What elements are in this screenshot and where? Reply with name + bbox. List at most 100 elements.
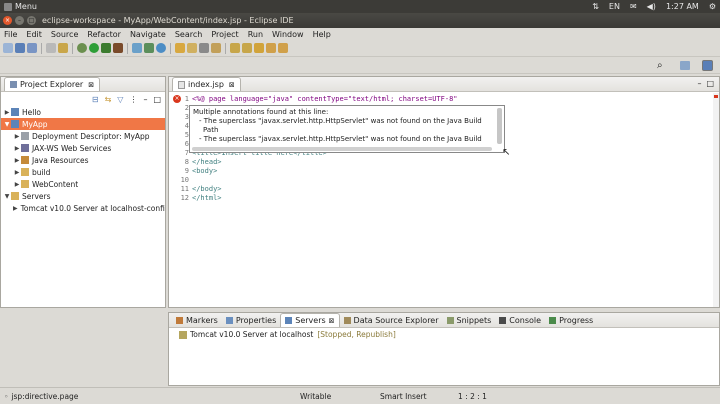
chevron-right-icon[interactable]: ▶ (13, 145, 21, 152)
close-icon[interactable]: ⊠ (329, 317, 335, 325)
close-icon[interactable]: ⊠ (88, 81, 94, 89)
open-perspective-icon[interactable] (680, 61, 690, 70)
minimize-view-icon[interactable]: – (697, 79, 701, 88)
project-explorer-header: Project Explorer ⊠ (1, 77, 165, 92)
tab-markers[interactable]: Markers (172, 313, 222, 327)
run-icon[interactable] (89, 43, 99, 53)
filter-icon[interactable]: ▽ (117, 95, 123, 104)
new-class-icon[interactable] (156, 43, 166, 53)
tree-item[interactable]: ▶ Java Resources (1, 154, 165, 166)
menu-project[interactable]: Project (211, 30, 238, 39)
tree-item[interactable]: ▶ WebContent (1, 178, 165, 190)
power-icon[interactable]: ⚙ (709, 2, 716, 11)
system-menu-button[interactable]: Menu (4, 2, 37, 11)
tree-item[interactable]: ▶ build (1, 166, 165, 178)
code-line[interactable]: 11 </body> (179, 185, 709, 194)
chevron-right-icon[interactable]: ▶ (13, 205, 18, 212)
tree-item[interactable]: ▶ Hello (1, 106, 165, 118)
code-line[interactable]: 8 </head> (179, 158, 709, 167)
error-ruler-mark[interactable] (714, 95, 718, 98)
bottom-tab-label: Progress (559, 315, 594, 325)
tree-item[interactable]: ▶ Tomcat v10.0 Server at localhost-config (1, 202, 165, 214)
external-tools-icon[interactable] (113, 43, 123, 53)
menu-source[interactable]: Source (51, 30, 78, 39)
chevron-right-icon[interactable]: ▶ (13, 133, 21, 140)
tree-item[interactable]: ▼ MyApp (1, 118, 165, 130)
new-icon[interactable] (3, 43, 13, 53)
code-line[interactable]: 9 <body> (179, 167, 709, 176)
tab-index-jsp[interactable]: index.jsp ⊠ (172, 77, 241, 91)
collapse-all-icon[interactable]: ⊟ (92, 95, 99, 104)
menu-refactor[interactable]: Refactor (87, 30, 121, 39)
save-icon[interactable] (15, 43, 25, 53)
view-menu-icon[interactable]: ⋮ (129, 95, 137, 104)
tree-item[interactable]: ▶ JAX-WS Web Services (1, 142, 165, 154)
code-line[interactable]: 1 <%@ page language="java" contentType="t… (179, 95, 709, 104)
run-server-icon[interactable] (101, 43, 111, 53)
bottom-tab-label: Data Source Explorer (353, 315, 439, 325)
back-icon[interactable] (266, 43, 276, 53)
open-type-icon[interactable] (175, 43, 185, 53)
prev-annotation-icon[interactable] (242, 43, 252, 53)
data-source-explorer-icon (343, 316, 351, 324)
tree-item[interactable]: ▼ Servers (1, 190, 165, 202)
tab-console[interactable]: Console (495, 313, 545, 327)
chevron-right-icon[interactable]: ▶ (13, 169, 21, 176)
chevron-down-icon[interactable]: ▼ (3, 121, 11, 128)
network-icon[interactable]: ⇅ (592, 2, 599, 11)
forward-icon[interactable] (278, 43, 288, 53)
window-titlebar: × – □ eclipse-workspace - MyApp/WebConte… (0, 13, 720, 28)
annotation-icon[interactable] (211, 43, 221, 53)
tab-progress[interactable]: Progress (545, 313, 597, 327)
tab-properties[interactable]: Properties (222, 313, 280, 327)
code-line[interactable]: 10 (179, 176, 709, 185)
menu-navigate[interactable]: Navigate (130, 30, 166, 39)
tab-data-source-explorer[interactable]: Data Source Explorer (340, 313, 443, 327)
volume-icon[interactable]: ◀) (647, 2, 656, 11)
tree-item[interactable]: ▶ Deployment Descriptor: MyApp (1, 130, 165, 142)
menu-search[interactable]: Search (175, 30, 202, 39)
hover-scrollbar[interactable] (497, 108, 502, 144)
new-server-icon[interactable] (132, 43, 142, 53)
keyboard-layout[interactable]: EN (609, 2, 620, 11)
next-annotation-icon[interactable] (230, 43, 240, 53)
open-resource-icon[interactable] (187, 43, 197, 53)
menu-help[interactable]: Help (313, 30, 331, 39)
bottom-tab-label: Properties (235, 315, 277, 325)
minimize-view-icon[interactable]: – (143, 95, 147, 104)
new-web-project-icon[interactable] (144, 43, 154, 53)
maximize-view-icon[interactable]: □ (153, 95, 161, 104)
server-row[interactable]: Tomcat v10.0 Server at localhost [Stoppe… (169, 328, 719, 341)
last-edit-icon[interactable] (254, 43, 264, 53)
link-editor-icon[interactable]: ⇆ (105, 95, 112, 104)
chevron-down-icon[interactable]: ▼ (3, 193, 11, 200)
mail-icon[interactable]: ✉ (630, 2, 637, 11)
search-icon[interactable]: ⌕ (657, 60, 663, 71)
minimize-icon[interactable]: – (15, 16, 24, 25)
save-all-icon[interactable] (27, 43, 37, 53)
menu-window[interactable]: Window (272, 30, 304, 39)
folder-icon (21, 180, 29, 188)
search-icon[interactable] (199, 43, 209, 53)
tab-snippets[interactable]: Snippets (443, 313, 496, 327)
menu-run[interactable]: Run (248, 30, 263, 39)
maximize-icon[interactable]: □ (27, 16, 36, 25)
chevron-right-icon[interactable]: ▶ (13, 157, 21, 164)
close-icon[interactable]: × (3, 16, 12, 25)
debug-icon[interactable] (77, 43, 87, 53)
clock[interactable]: 1:27 AM (666, 2, 699, 11)
maximize-view-icon[interactable]: □ (706, 79, 714, 88)
tab-servers[interactable]: Servers ⊠ (280, 313, 340, 327)
print-icon[interactable] (46, 43, 56, 53)
hover-hscrollbar[interactable] (192, 147, 492, 151)
code-line[interactable]: 12 </html> (179, 194, 709, 203)
chevron-right-icon[interactable]: ▶ (3, 109, 11, 116)
build-icon[interactable] (58, 43, 68, 53)
chevron-right-icon[interactable]: ▶ (13, 181, 21, 188)
editor-tab-label: index.jsp (188, 80, 224, 89)
menu-file[interactable]: File (4, 30, 17, 39)
jee-perspective-icon[interactable] (702, 60, 713, 71)
close-icon[interactable]: ⊠ (229, 81, 235, 89)
menu-edit[interactable]: Edit (26, 30, 42, 39)
tab-project-explorer[interactable]: Project Explorer ⊠ (4, 77, 101, 91)
